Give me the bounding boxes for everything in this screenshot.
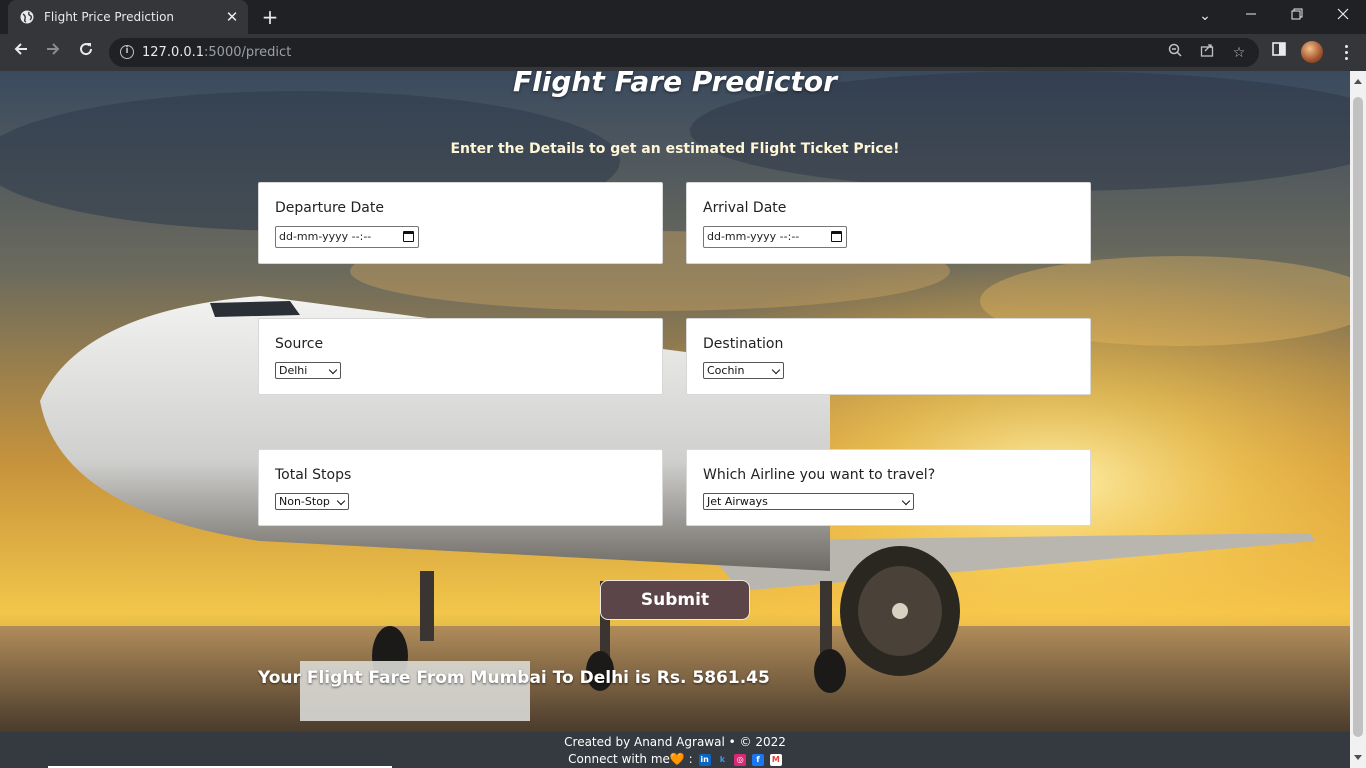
minimize-button[interactable]	[1228, 0, 1274, 32]
arrival-date-input[interactable]: dd-mm-yyyy --:--	[703, 226, 847, 248]
page-subtitle: Enter the Details to get an estimated Fl…	[450, 141, 900, 157]
destination-select[interactable]: Cochin	[703, 362, 784, 379]
total-stops-select[interactable]: Non-Stop	[275, 493, 349, 510]
reload-icon	[80, 43, 93, 56]
tab-strip: Flight Price Prediction ✕ + ⌄	[0, 0, 1366, 34]
new-tab-button[interactable]: +	[258, 5, 282, 29]
destination-label: Destination	[703, 336, 784, 352]
share-icon[interactable]	[1197, 43, 1217, 63]
airline-select[interactable]: Jet Airways	[703, 493, 914, 510]
page-viewport: Flight Fare Predictor Enter the Details …	[0, 71, 1350, 768]
page-scrollbar[interactable]	[1350, 71, 1366, 768]
airplane-background-image	[0, 71, 1350, 732]
kaggle-icon[interactable]: k	[716, 754, 728, 766]
reload-button[interactable]	[73, 39, 99, 65]
browser-menu-icon[interactable]	[1336, 42, 1356, 62]
destination-selected-value: Cochin	[707, 364, 745, 377]
browser-toolbar: i 127.0.0.1:5000/predict ☆	[0, 34, 1366, 71]
chevron-down-icon	[336, 496, 346, 506]
scroll-up-arrow-icon[interactable]	[1354, 79, 1362, 84]
facebook-icon[interactable]: f	[752, 753, 765, 766]
arrival-date-value: dd-mm-yyyy --:--	[707, 230, 800, 243]
tab-title: Flight Price Prediction	[44, 10, 175, 24]
forward-button[interactable]	[40, 39, 66, 65]
footer-connect-label: Connect with me🧡 :	[568, 752, 693, 766]
source-select[interactable]: Delhi	[275, 362, 341, 379]
predicted-fare-result: Your Flight Fare From Mumbai To Delhi is…	[258, 668, 770, 688]
address-bar[interactable]: i 127.0.0.1:5000/predict ☆	[109, 38, 1259, 67]
arrival-date-card: Arrival Date dd-mm-yyyy --:--	[686, 182, 1091, 264]
browser-tab[interactable]: Flight Price Prediction ✕	[8, 0, 248, 34]
bookmark-star-icon[interactable]: ☆	[1229, 43, 1249, 63]
side-panel-icon[interactable]	[1269, 42, 1289, 62]
calendar-icon[interactable]	[403, 231, 414, 242]
scroll-thumb[interactable]	[1353, 97, 1363, 737]
back-arrow-icon	[14, 43, 27, 55]
footer-connect-row: Connect with me🧡 : in k ◎ f M	[0, 752, 1350, 766]
instagram-icon[interactable]: ◎	[734, 753, 747, 766]
chevron-down-icon	[771, 365, 781, 375]
departure-date-label: Departure Date	[275, 200, 384, 216]
restore-button[interactable]	[1274, 0, 1320, 32]
calendar-icon[interactable]	[831, 231, 842, 242]
zoom-icon[interactable]	[1165, 43, 1185, 63]
chevron-down-icon	[328, 365, 338, 375]
submit-button[interactable]: Submit	[600, 580, 750, 620]
source-label: Source	[275, 336, 324, 352]
tab-search-chevron-icon[interactable]: ⌄	[1182, 0, 1228, 32]
close-tab-icon[interactable]: ✕	[222, 7, 242, 27]
source-card: Source Delhi	[258, 318, 663, 395]
footer-credit: Created by Anand Agrawal • © 2022	[564, 735, 786, 749]
airline-card: Which Airline you want to travel? Jet Ai…	[686, 449, 1091, 526]
scroll-down-arrow-icon[interactable]	[1354, 755, 1362, 760]
departure-date-input[interactable]: dd-mm-yyyy --:--	[275, 226, 419, 248]
forward-arrow-icon	[47, 43, 60, 55]
departure-date-card: Departure Date dd-mm-yyyy --:--	[258, 182, 663, 264]
page-title: Flight Fare Predictor	[513, 71, 837, 98]
total-stops-selected-value: Non-Stop	[279, 495, 330, 508]
close-icon	[1337, 8, 1349, 20]
departure-date-value: dd-mm-yyyy --:--	[279, 230, 372, 243]
arrival-date-label: Arrival Date	[703, 200, 787, 216]
back-button[interactable]	[8, 39, 34, 65]
source-selected-value: Delhi	[279, 364, 308, 377]
airline-selected-value: Jet Airways	[707, 495, 768, 508]
site-info-icon[interactable]: i	[120, 45, 134, 59]
gmail-icon[interactable]: M	[769, 753, 782, 766]
page-footer: Created by Anand Agrawal • © 2022 Connec…	[0, 732, 1350, 768]
total-stops-card: Total Stops Non-Stop	[258, 449, 663, 526]
url-text[interactable]: 127.0.0.1:5000/predict	[142, 45, 291, 60]
restore-icon	[1291, 8, 1303, 20]
profile-avatar[interactable]	[1301, 41, 1323, 63]
close-window-button[interactable]	[1320, 0, 1366, 32]
chevron-down-icon	[901, 496, 911, 506]
destination-card: Destination Cochin	[686, 318, 1091, 395]
linkedin-icon[interactable]: in	[698, 753, 711, 766]
total-stops-label: Total Stops	[275, 467, 352, 483]
minimize-icon	[1246, 13, 1256, 15]
airline-label: Which Airline you want to travel?	[703, 467, 936, 483]
globe-icon	[20, 10, 34, 24]
